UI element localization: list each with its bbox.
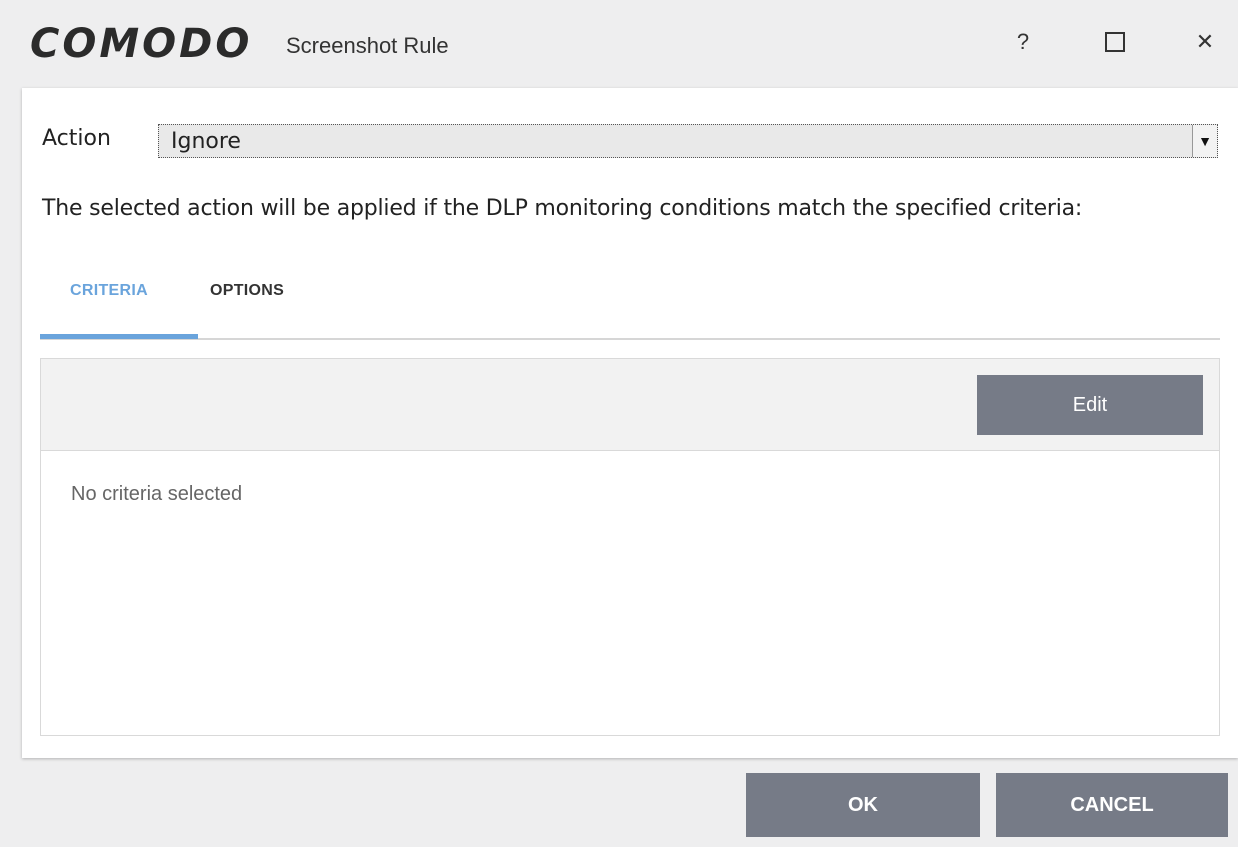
action-dropdown-value: Ignore — [171, 129, 241, 154]
close-button[interactable]: ✕ — [1180, 20, 1230, 64]
active-tab-indicator — [40, 334, 198, 339]
criteria-description: The selected action will be applied if t… — [42, 196, 1083, 221]
edit-button[interactable]: Edit — [977, 375, 1203, 435]
ok-button[interactable]: OK — [746, 773, 980, 837]
title-bar: COMODO Screenshot Rule ? ✕ — [0, 0, 1238, 88]
screenshot-rule-dialog: COMODO Screenshot Rule ? ✕ Action Ignore… — [0, 0, 1238, 847]
close-icon: ✕ — [1195, 29, 1215, 54]
empty-criteria-message: No criteria selected — [71, 483, 243, 505]
action-label: Action — [42, 126, 111, 151]
tab-options[interactable]: OPTIONS — [210, 282, 284, 300]
criteria-panel: Edit No criteria selected — [40, 358, 1220, 736]
dropdown-arrow-icon[interactable]: ▼ — [1192, 125, 1217, 157]
criteria-toolbar: Edit — [41, 359, 1219, 451]
tab-bar: CRITERIA OPTIONS — [40, 268, 1220, 340]
maximize-icon — [1105, 32, 1125, 52]
help-button[interactable]: ? — [998, 20, 1048, 64]
action-dropdown[interactable]: Ignore ▼ — [158, 124, 1218, 158]
comodo-logo: COMODO — [30, 21, 253, 67]
maximize-button[interactable] — [1090, 20, 1140, 64]
cancel-button[interactable]: CANCEL — [996, 773, 1228, 837]
rule-panel: Action Ignore ▼ The selected action will… — [22, 88, 1238, 758]
tab-criteria[interactable]: CRITERIA — [70, 282, 148, 300]
dialog-title: Screenshot Rule — [286, 33, 449, 58]
